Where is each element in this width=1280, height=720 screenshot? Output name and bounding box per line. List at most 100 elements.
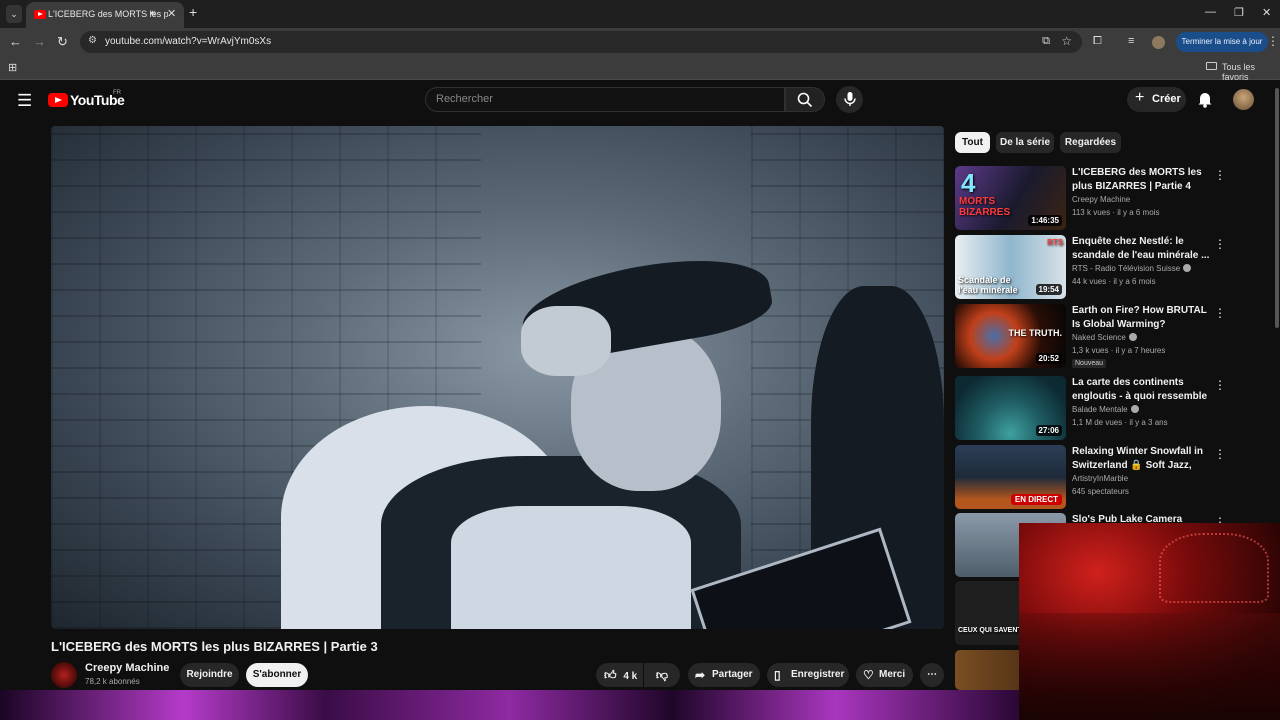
minimize-icon[interactable]: — — [1205, 6, 1216, 18]
recommendation-channel[interactable]: Balade Mentale — [1072, 405, 1139, 414]
thumbnail-number: 4 — [961, 168, 976, 198]
recommendation-channel[interactable]: Naked Science — [1072, 333, 1137, 342]
join-button[interactable]: Rejoindre — [180, 663, 239, 687]
create-label: Créer — [1152, 93, 1181, 105]
apps-grid-icon[interactable]: ⊞ — [8, 61, 17, 74]
page-scrollbar[interactable] — [1275, 88, 1279, 328]
video-player[interactable] — [51, 126, 944, 629]
recommendation-title[interactable]: Relaxing Winter Snowfall in Switzerland … — [1072, 445, 1212, 473]
channel-label[interactable]: Balade Mentale — [1072, 405, 1128, 414]
chip-watched[interactable]: Regardées — [1060, 132, 1121, 153]
browser-tab[interactable]: L'ICEBERG des MORTS les plus BIZARRES | … — [26, 2, 184, 28]
recommendation-channel[interactable]: RTS - Radio Télévision Suisse — [1072, 264, 1192, 273]
recommendation-title[interactable]: Earth on Fire? How BRUTAL Is Global Warm… — [1072, 304, 1212, 332]
kebab-menu-icon[interactable]: ⋮ — [1214, 378, 1226, 392]
dislike-button[interactable]: 👎︎ — [644, 663, 680, 687]
tab-search-chevron-icon[interactable]: ⌄ — [6, 5, 22, 23]
video-thumbnail[interactable]: EN DIRECT — [955, 445, 1066, 509]
tab-close-icon[interactable]: ✕ — [167, 7, 176, 20]
verified-icon — [1128, 333, 1137, 341]
channel-label[interactable]: RTS - Radio Télévision Suisse — [1072, 264, 1180, 273]
kebab-menu-icon[interactable]: ⋮ — [1214, 447, 1226, 461]
new-tab-plus-icon[interactable]: + — [189, 4, 197, 20]
youtube-logo-icon[interactable] — [48, 93, 68, 107]
kebab-menu-icon[interactable]: ⋮ — [1214, 237, 1226, 251]
update-button[interactable]: Terminer la mise à jour — [1176, 32, 1268, 52]
search-box — [425, 87, 785, 112]
video-title: L'ICEBERG des MORTS les plus BIZARRES | … — [51, 639, 378, 654]
recommendation-channel[interactable]: Creepy Machine — [1072, 195, 1130, 204]
chip-all[interactable]: Tout — [955, 132, 990, 153]
account-avatar[interactable] — [1233, 89, 1254, 110]
subscriber-count: 78,2 k abonnés — [85, 677, 140, 686]
more-actions-icon[interactable]: ⋯ — [920, 663, 944, 687]
back-arrow-icon[interactable]: ← — [9, 34, 22, 49]
channel-name[interactable]: Creepy Machine — [85, 662, 169, 674]
profile-avatar[interactable] — [1152, 36, 1165, 49]
site-info-icon[interactable]: ⚙ — [88, 35, 97, 46]
speaker-icon[interactable]: 🔊︎ — [150, 8, 156, 19]
thanks-button[interactable]: ♡ Merci — [856, 663, 913, 687]
all-bookmarks-link[interactable]: Tous les favoris — [1222, 62, 1280, 82]
save-button[interactable]: ▯ Enregistrer — [767, 663, 849, 687]
like-button[interactable]: 👍︎ 4 k — [596, 663, 643, 687]
recommendation-meta: 645 spectateurs — [1072, 487, 1129, 496]
search-input[interactable] — [436, 93, 776, 105]
recommendation-title[interactable]: L'ICEBERG des MORTS les plus BIZARRES | … — [1072, 166, 1212, 194]
video-thumbnail[interactable]: 27:06 — [955, 376, 1066, 440]
like-count: 4 k — [623, 671, 638, 682]
fairy-lights — [1159, 533, 1269, 603]
save-label: Enregistrer — [791, 669, 845, 680]
duration-badge: 20:52 — [1035, 353, 1062, 364]
super-thanks-icon: ♡ — [863, 668, 874, 682]
bookmark-star-icon[interactable]: ☆ — [1061, 34, 1072, 48]
thumbnail-text: CEUX QUI SAVENT... — [958, 627, 1027, 634]
recommendation-item[interactable]: 4 MORTS BIZARRES 1:46:35 L'ICEBERG des M… — [955, 166, 1226, 230]
recommendation-title[interactable]: Enquête chez Nestlé: le scandale de l'ea… — [1072, 235, 1212, 263]
bookmark-icon: ▯ — [774, 668, 781, 682]
recommendation-item[interactable]: Scandale de l'eau minérale RTS 19:54 Enq… — [955, 235, 1226, 299]
recommendation-meta: 44 k vues · il y a 6 mois — [1072, 277, 1156, 286]
youtube-favicon-icon — [34, 10, 46, 19]
video-thumbnail[interactable]: THE TRUTH. 20:52 — [955, 304, 1066, 368]
notifications-bell-icon[interactable] — [1197, 90, 1213, 108]
install-app-icon[interactable]: ⧉ — [1042, 35, 1050, 48]
browser-tab-bar: ⌄ L'ICEBERG des MORTS les plus BIZARRES … — [0, 0, 1280, 28]
kebab-menu-icon[interactable]: ⋮ — [1267, 34, 1279, 48]
recommendation-channel[interactable]: ArtistryInMarble — [1072, 474, 1128, 483]
subscribe-button[interactable]: S'abonner — [246, 663, 308, 687]
create-button[interactable]: + Créer — [1127, 87, 1186, 112]
video-thumbnail[interactable]: 4 MORTS BIZARRES 1:46:35 — [955, 166, 1066, 230]
address-bar[interactable]: ⚙ youtube.com/watch?v=WrAvjYm0sXs ⧉ ☆ — [80, 31, 1082, 53]
share-label: Partager — [712, 669, 753, 680]
media-controls-icon[interactable]: ≡ — [1128, 35, 1134, 47]
new-badge: Nouveau — [1072, 359, 1107, 368]
search-icon — [797, 92, 813, 108]
thumbs-up-icon: 👍︎ — [604, 668, 617, 682]
hamburger-menu-icon[interactable]: ☰ — [17, 91, 32, 111]
recommendation-meta: 1,1 M de vues · il y a 3 ans — [1072, 418, 1168, 427]
kebab-menu-icon[interactable]: ⋮ — [1214, 168, 1226, 182]
verified-icon — [1183, 264, 1192, 272]
country-code: FR — [113, 90, 121, 96]
kebab-menu-icon[interactable]: ⋮ — [1214, 306, 1226, 320]
video-thumbnail[interactable]: Scandale de l'eau minérale RTS 19:54 — [955, 235, 1066, 299]
extensions-icon[interactable]: ⧠ — [1093, 35, 1102, 48]
chip-series[interactable]: De la série — [996, 132, 1054, 153]
maximize-icon[interactable]: ❐ — [1234, 6, 1244, 19]
voice-search-button[interactable] — [836, 86, 863, 113]
recommendation-title[interactable]: La carte des continents engloutis - à qu… — [1072, 376, 1212, 404]
channel-avatar[interactable] — [51, 662, 77, 688]
recommendation-item[interactable]: 27:06 La carte des continents engloutis … — [955, 376, 1226, 440]
recommendation-item[interactable]: THE TRUTH. 20:52 Earth on Fire? How BRUT… — [955, 304, 1226, 368]
url-text[interactable]: youtube.com/watch?v=WrAvjYm0sXs — [105, 36, 271, 47]
forward-arrow-icon[interactable]: → — [33, 34, 46, 49]
search-button[interactable] — [785, 87, 825, 112]
window-close-icon[interactable]: ✕ — [1262, 6, 1271, 19]
reload-icon[interactable]: ↻ — [57, 34, 68, 50]
live-badge: EN DIRECT — [1010, 494, 1062, 505]
duration-badge: 27:06 — [1035, 425, 1062, 436]
share-button[interactable]: ➦ Partager — [688, 663, 760, 687]
channel-label[interactable]: Naked Science — [1072, 333, 1126, 342]
recommendation-item[interactable]: EN DIRECT Relaxing Winter Snowfall in Sw… — [955, 445, 1226, 509]
